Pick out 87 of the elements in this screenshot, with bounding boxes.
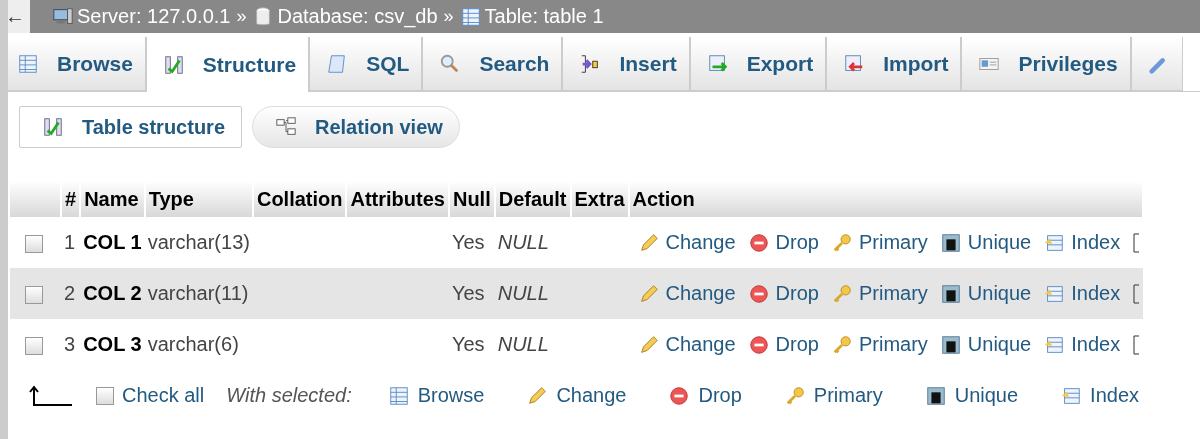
- table-icon: [459, 5, 482, 28]
- table-cell: COL 1: [80, 217, 145, 268]
- action-link[interactable]: Drop: [747, 282, 819, 305]
- bulk-action-link[interactable]: Unique: [924, 384, 1019, 407]
- breadcrumb-link[interactable]: Server: 127.0.0.1: [52, 5, 231, 28]
- tab[interactable]: Structure: [145, 37, 310, 92]
- bulk-action-link[interactable]: Primary: [783, 384, 883, 407]
- tab[interactable]: Browse: [8, 37, 146, 91]
- action-link[interactable]: Index: [1043, 333, 1121, 356]
- table-cell: 3: [61, 319, 81, 370]
- action-link[interactable]: Primary: [830, 282, 928, 305]
- structure-icon: [42, 116, 64, 138]
- table-cell: varchar(6): [144, 319, 253, 370]
- table-cell: Yes: [448, 268, 495, 319]
- tab[interactable]: Export: [689, 37, 827, 91]
- column-header: Default: [494, 181, 571, 217]
- action-link[interactable]: Drop: [747, 231, 819, 254]
- back-button[interactable]: ←: [8, 0, 30, 33]
- tab[interactable]: SQL: [309, 37, 423, 91]
- table-cell: Yes: [448, 319, 495, 370]
- arrow-up-icon: [28, 384, 74, 407]
- tab[interactable]: Privileges: [961, 37, 1131, 91]
- action-link[interactable]: Drop: [747, 333, 819, 356]
- action-link[interactable]: Unique: [939, 231, 1032, 254]
- bulk-action-link[interactable]: Change: [526, 384, 627, 407]
- bulk-action-link[interactable]: Drop: [668, 384, 742, 407]
- structure-icon: [162, 53, 185, 76]
- action-link[interactable]: Change: [637, 231, 736, 254]
- tab[interactable]: Search: [422, 37, 563, 91]
- drop-icon: [747, 282, 770, 305]
- table-cell: 1: [61, 217, 81, 268]
- table-cell: varchar(11): [144, 268, 253, 319]
- action-link[interactable]: Change: [637, 282, 736, 305]
- action-link[interactable]: Unique: [939, 282, 1032, 305]
- bracket-icon: [1132, 231, 1141, 254]
- breadcrumb-separator: »: [236, 6, 247, 27]
- unique-icon: [939, 231, 962, 254]
- row-checkbox[interactable]: [25, 285, 43, 304]
- action-link[interactable]: Primary: [830, 333, 928, 356]
- table-cell: COL 3: [80, 319, 145, 370]
- table-cell: NULL: [494, 217, 571, 268]
- subtab[interactable]: Table structure: [19, 106, 242, 148]
- column-header: Name: [80, 181, 145, 217]
- unique-icon: [924, 384, 947, 407]
- subtab[interactable]: Relation view: [252, 106, 460, 148]
- bulk-action-link[interactable]: Index: [1060, 384, 1140, 407]
- column-header: Collation: [252, 181, 347, 217]
- with-selected-label: With selected:: [226, 384, 352, 407]
- column-header: Extra: [570, 181, 629, 217]
- breadcrumb-link[interactable]: Table: table 1: [459, 5, 604, 28]
- check-all-link[interactable]: Check all: [96, 384, 205, 407]
- bulk-action-link[interactable]: Browse: [387, 384, 485, 407]
- column-header: Attributes: [346, 181, 449, 217]
- pencil-icon: [526, 384, 549, 407]
- table-cell: varchar(13): [144, 217, 253, 268]
- drop-icon: [668, 384, 691, 407]
- table-cell: 2: [61, 268, 81, 319]
- table-icon: [17, 52, 39, 75]
- check-all-checkbox[interactable]: [96, 386, 114, 405]
- bracket-icon: [1132, 333, 1141, 356]
- action-link[interactable]: Change: [637, 333, 736, 356]
- tab[interactable]: Insert: [562, 37, 690, 91]
- table-icon: [387, 384, 410, 407]
- bracket-icon: [1132, 282, 1141, 305]
- tab[interactable]: [1130, 37, 1183, 91]
- table-cell: COL 2: [80, 268, 145, 319]
- table-cell: NULL: [494, 319, 571, 370]
- unique-icon: [939, 333, 962, 356]
- drop-icon: [747, 333, 770, 356]
- breadcrumb-link[interactable]: Database: csv_db: [252, 5, 438, 28]
- column-header: #: [61, 181, 81, 217]
- table-cell: NULL: [494, 268, 571, 319]
- relation-icon: [275, 116, 297, 138]
- action-link[interactable]: Index: [1043, 231, 1121, 254]
- column-header: Action: [628, 181, 1144, 217]
- breadcrumb-separator: »: [443, 6, 454, 27]
- table-cell: Yes: [448, 217, 495, 268]
- action-link[interactable]: Unique: [939, 333, 1032, 356]
- column-header: Type: [144, 181, 253, 217]
- row-checkbox[interactable]: [25, 336, 43, 355]
- column-header: Null: [448, 181, 495, 217]
- row-checkbox[interactable]: [25, 234, 43, 253]
- drop-icon: [747, 231, 770, 254]
- action-link[interactable]: Index: [1043, 282, 1121, 305]
- action-link[interactable]: Primary: [830, 231, 928, 254]
- tab[interactable]: Import: [826, 37, 962, 91]
- unique-icon: [939, 282, 962, 305]
